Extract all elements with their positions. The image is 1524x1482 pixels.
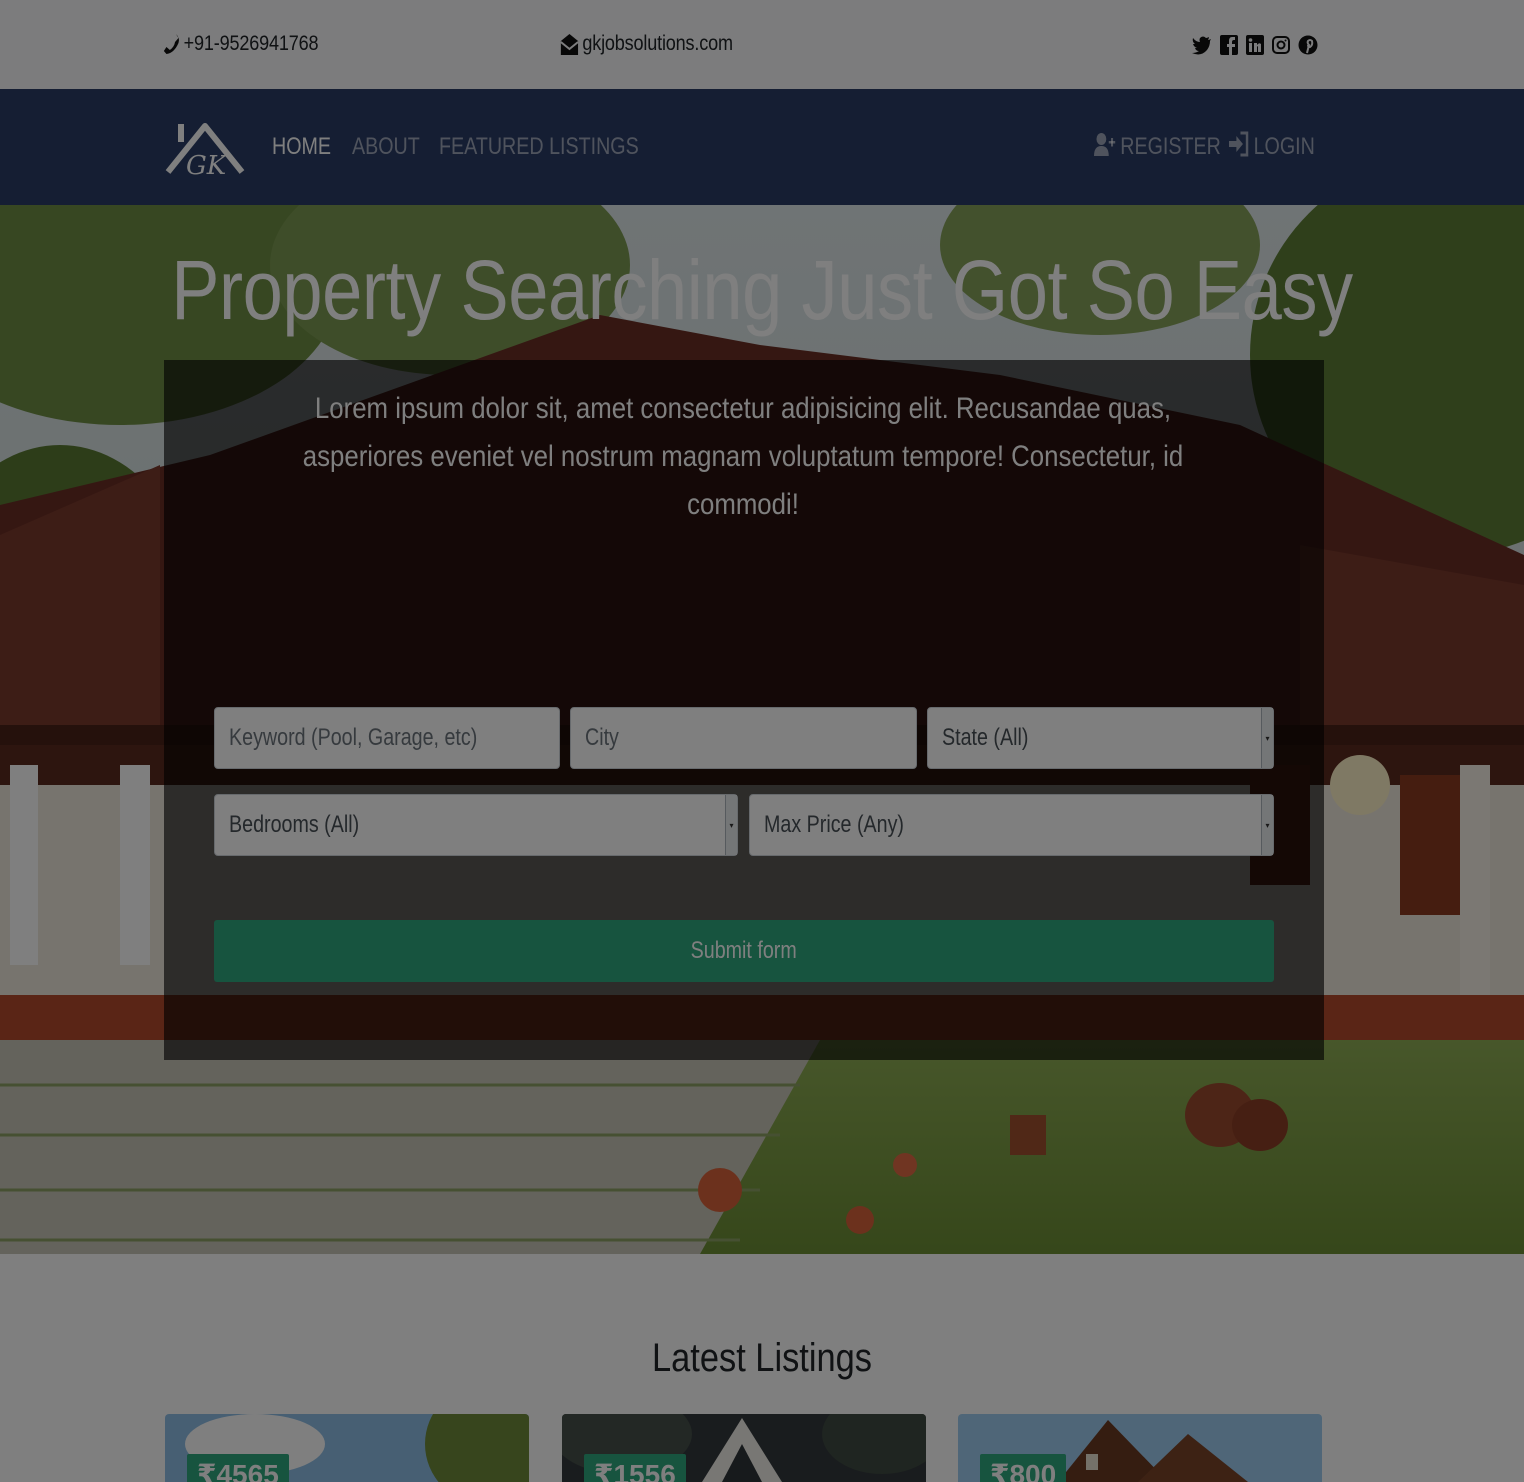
nav-home[interactable]: HOME: [272, 131, 331, 163]
social-links: [1192, 32, 1318, 58]
bedrooms-select[interactable]: Bedrooms (All) ▾: [214, 794, 738, 856]
dropdown-caret-icon[interactable]: ▾: [725, 795, 737, 855]
contact-bar: +91-9526941768 gkjobsolutions.com: [0, 0, 1524, 89]
nav-login[interactable]: LOGIN: [1229, 131, 1315, 163]
hero-lead-text: Lorem ipsum dolor sit, amet consectetur …: [302, 392, 1184, 521]
city-field[interactable]: [570, 707, 917, 769]
logo-text: GK: [186, 151, 228, 180]
dropdown-caret-icon[interactable]: ▾: [1261, 708, 1273, 768]
keyword-input[interactable]: [229, 724, 489, 752]
nav-about[interactable]: ABOUT: [352, 131, 420, 163]
nav-register[interactable]: REGISTER: [1094, 131, 1221, 163]
listing-card[interactable]: ₹1556: [562, 1414, 926, 1482]
phone-icon: [163, 33, 180, 55]
max-price-select-value: Max Price (Any): [764, 811, 904, 838]
submit-form-label: Submit form: [690, 937, 798, 964]
facebook-icon[interactable]: [1220, 35, 1238, 55]
linkedin-icon[interactable]: [1246, 35, 1264, 55]
submit-form-button[interactable]: Submit form: [214, 920, 1274, 982]
listing-card[interactable]: ₹800: [958, 1414, 1322, 1482]
price-badge: ₹4565: [187, 1454, 289, 1482]
listing-card[interactable]: ₹4565: [165, 1414, 529, 1482]
nav-login-label: LOGIN: [1253, 133, 1315, 160]
email-contact[interactable]: gkjobsolutions.com: [560, 30, 733, 58]
user-plus-icon: [1094, 131, 1116, 164]
state-select-value: State (All): [942, 724, 1029, 751]
nav-register-label: REGISTER: [1120, 133, 1221, 160]
nav-featured-listings[interactable]: FEATURED LISTINGS: [439, 131, 639, 163]
twitter-icon[interactable]: [1192, 35, 1212, 55]
latest-listings-title: Latest Listings: [652, 1336, 872, 1380]
sign-in-icon: [1229, 131, 1249, 164]
email-address: gkjobsolutions.com: [582, 32, 733, 55]
phone-contact[interactable]: +91-9526941768: [163, 30, 318, 58]
pinterest-icon[interactable]: [1298, 34, 1318, 56]
envelope-open-icon: [560, 32, 579, 56]
state-select[interactable]: State (All) ▾: [927, 707, 1274, 769]
dropdown-caret-icon[interactable]: ▾: [1261, 795, 1273, 855]
hero-title: Property Searching Just Got So Easy: [171, 243, 1353, 337]
bedrooms-select-value: Bedrooms (All): [229, 811, 360, 838]
brand-logo[interactable]: GK: [164, 114, 246, 181]
instagram-icon[interactable]: [1272, 35, 1290, 55]
price-badge: ₹1556: [584, 1454, 686, 1482]
keyword-field[interactable]: [214, 707, 560, 769]
max-price-select[interactable]: Max Price (Any) ▾: [749, 794, 1274, 856]
price-badge: ₹800: [980, 1454, 1067, 1482]
city-input[interactable]: [585, 724, 845, 752]
phone-number: +91-9526941768: [183, 32, 319, 55]
